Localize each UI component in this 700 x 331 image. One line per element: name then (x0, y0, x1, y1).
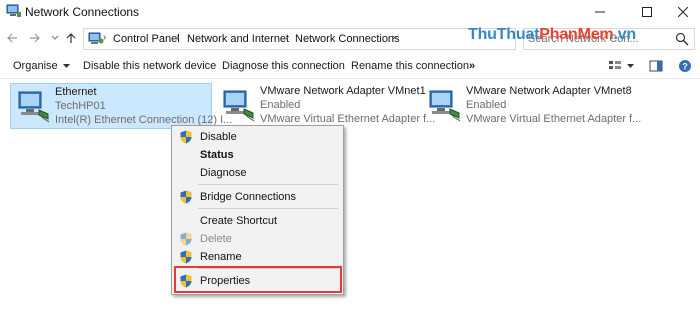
uac-shield-icon (180, 190, 192, 204)
recent-locations-button[interactable] (47, 30, 63, 46)
menu-item-label: Rename (200, 251, 242, 263)
up-button[interactable] (63, 30, 79, 46)
adapter-item-vmnet1[interactable]: VMware Network Adapter VMnet1 Enabled VM… (216, 83, 435, 129)
organise-menu[interactable]: Organise (13, 60, 70, 72)
menu-item-label: Bridge Connections (200, 191, 297, 203)
forward-arrow-icon (30, 33, 40, 43)
breadcrumb-control-panel[interactable]: Control Panel (113, 33, 180, 45)
adapter-device: VMware Virtual Ethernet Adapter f... (260, 113, 436, 125)
rename-connection-button[interactable]: Rename this connection (351, 60, 469, 72)
minimize-icon (595, 11, 605, 13)
ethernet-adapter-icon (18, 91, 50, 123)
menu-separator (198, 184, 338, 185)
close-button[interactable] (666, 0, 700, 24)
menu-item-label: Status (200, 149, 234, 161)
adapter-name: VMware Network Adapter VMnet1 (260, 85, 426, 97)
watermark-logo: ThuThuatPhanMem.vn (468, 26, 636, 44)
breadcrumb-network-connections[interactable]: Network Connections (295, 33, 400, 45)
minimize-button[interactable] (583, 0, 617, 24)
svg-text:?: ? (682, 62, 688, 72)
watermark-part-3: .vn (613, 26, 636, 43)
change-view-icon[interactable] (608, 59, 622, 73)
chevron-right-icon[interactable]: › (285, 32, 288, 43)
menu-item-disable[interactable]: Disable (174, 128, 341, 146)
command-bar: Organise Disable this network device Dia… (0, 56, 700, 78)
menu-separator (198, 208, 338, 209)
uac-shield-icon (180, 232, 192, 246)
search-icon[interactable] (675, 32, 689, 46)
chevron-right-icon[interactable]: › (392, 32, 395, 43)
maximize-button[interactable] (630, 0, 664, 24)
address-bar[interactable]: › Control Panel › Network and Internet ›… (83, 28, 516, 50)
organise-label: Organise (13, 60, 58, 72)
chevron-right-icon[interactable]: › (176, 32, 179, 43)
adapter-device: VMware Virtual Ethernet Adapter f... (466, 113, 642, 125)
network-adapter-icon (429, 90, 461, 122)
menu-item-rename[interactable]: Rename (174, 248, 341, 266)
adapter-status: TechHP01 (55, 100, 106, 112)
adapter-name: VMware Network Adapter VMnet8 (466, 85, 632, 97)
maximize-icon (642, 7, 652, 17)
toolbar-divider (0, 78, 700, 79)
network-adapter-icon (223, 90, 255, 122)
diagnose-connection-button[interactable]: Diagnose this connection (222, 60, 345, 72)
preview-pane-icon[interactable] (649, 59, 663, 73)
uac-shield-icon (180, 250, 192, 264)
menu-item-label: Create Shortcut (200, 215, 278, 227)
disable-device-button[interactable]: Disable this network device (83, 60, 216, 72)
adapter-item-ethernet[interactable]: Ethernet TechHP01 Intel(R) Ethernet Conn… (10, 83, 232, 129)
chevron-right-icon: › (103, 32, 107, 43)
back-arrow-icon (7, 33, 17, 43)
watermark-part-1: ThuThuat (468, 26, 540, 43)
help-icon[interactable]: ? (678, 59, 692, 73)
chevron-down-icon (51, 35, 59, 40)
close-icon (678, 7, 688, 17)
network-connections-icon (6, 4, 21, 17)
watermark-part-2: PhanMem (539, 26, 614, 43)
breadcrumb-network-and-internet[interactable]: Network and Internet (187, 33, 289, 45)
more-commands-button[interactable]: » (469, 60, 475, 72)
title-bar: Network Connections (0, 0, 700, 24)
uac-shield-icon (180, 130, 192, 144)
forward-button[interactable] (27, 30, 43, 46)
menu-item-diagnose[interactable]: Diagnose (174, 164, 341, 182)
menu-item-label: Delete (200, 233, 232, 245)
chevron-down-icon[interactable] (627, 64, 634, 69)
properties-highlight-box (174, 266, 342, 293)
menu-item-bridge-connections[interactable]: Bridge Connections (174, 188, 341, 206)
adapter-status: Enabled (466, 99, 507, 111)
menu-item-delete[interactable]: Delete (174, 230, 341, 248)
window-title: Network Connections (25, 5, 140, 19)
up-arrow-icon (66, 33, 76, 43)
control-panel-icon (88, 32, 104, 44)
back-button[interactable] (4, 30, 20, 46)
menu-item-create-shortcut[interactable]: Create Shortcut (174, 212, 341, 230)
menu-item-label: Diagnose (200, 167, 247, 179)
adapter-name: Ethernet (55, 86, 97, 98)
chevron-down-icon (62, 63, 70, 68)
adapter-status: Enabled (260, 99, 301, 111)
menu-item-status[interactable]: Status (174, 146, 341, 164)
menu-item-label: Disable (200, 131, 237, 143)
adapter-item-vmnet8[interactable]: VMware Network Adapter VMnet8 Enabled VM… (422, 83, 641, 129)
